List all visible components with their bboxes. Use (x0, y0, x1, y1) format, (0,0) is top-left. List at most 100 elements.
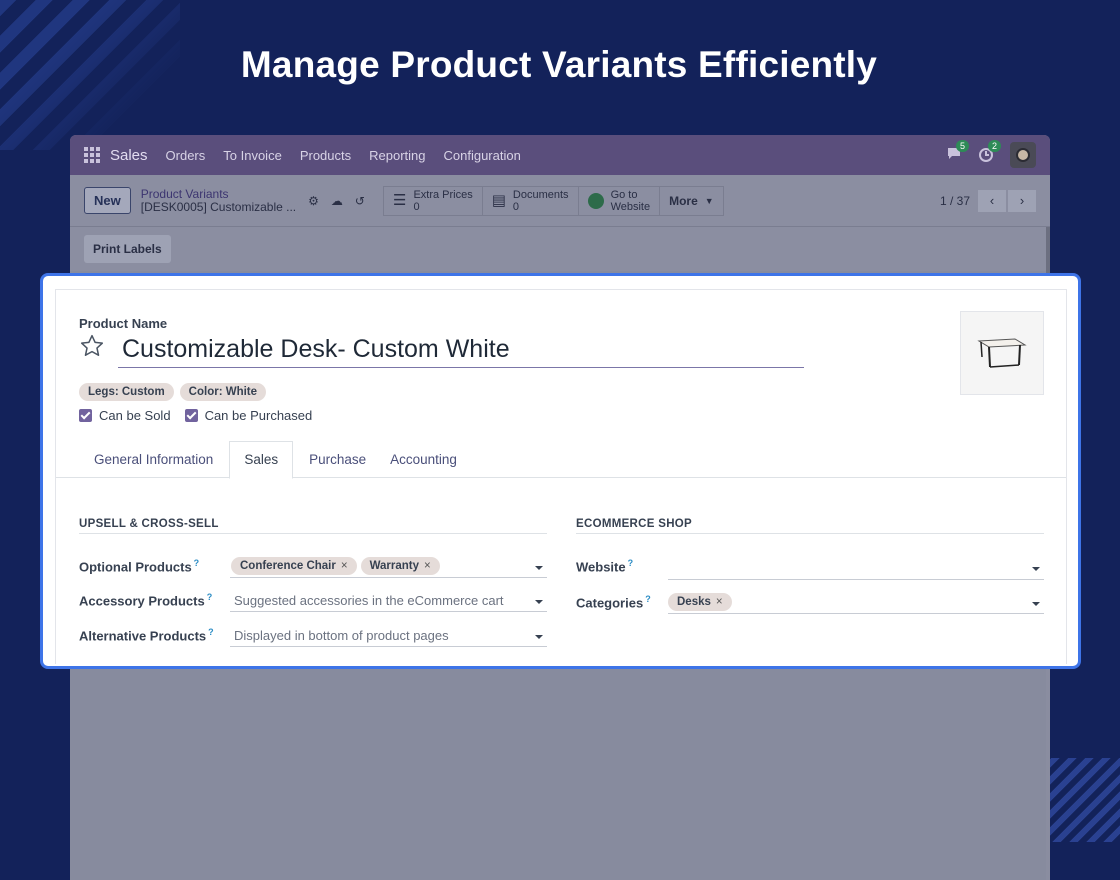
documents-value: 0 (512, 200, 520, 213)
go-to-label: Go to (610, 188, 638, 201)
document-icon: ▤ (491, 191, 506, 209)
tab-general-information[interactable]: General Information (82, 441, 225, 478)
help-tooltip-icon[interactable]: ? (208, 627, 214, 637)
decorative-stripes-bottom-right (1048, 758, 1120, 842)
dropdown-caret-icon (535, 635, 543, 639)
pager-previous-button[interactable]: ‹ (978, 189, 1006, 212)
alternative-products-placeholder: Displayed in bottom of product pages (234, 627, 449, 643)
product-image[interactable] (960, 311, 1044, 395)
help-tooltip-icon[interactable]: ? (207, 592, 213, 602)
highlighted-form-card: Product Name Customizable Desk- Custom W… (40, 273, 1081, 669)
print-labels-button[interactable]: Print Labels (84, 235, 171, 263)
star-icon[interactable] (79, 333, 105, 359)
documents-button[interactable]: ▤ Documents 0 (483, 186, 579, 215)
activities-icon[interactable]: 2 (978, 140, 1002, 163)
alternative-products-label: Alternative Products? (79, 627, 214, 644)
pager: 1 / 37 ‹ › (940, 189, 1036, 212)
breadcrumb-current: [DESK0005] Customizable ... (140, 199, 297, 214)
website-label: Website? (576, 558, 634, 575)
chevron-left-icon: ‹ (989, 193, 995, 208)
accessory-products-label: Accessory Products? (79, 592, 213, 609)
record-actions: ⚙ ☁ ↺ (308, 194, 365, 208)
tab-sales[interactable]: Sales (229, 441, 294, 479)
remove-tag-icon[interactable]: × (716, 596, 723, 608)
optional-products-label: Optional Products? (79, 558, 200, 575)
apps-grid-icon[interactable] (84, 147, 100, 163)
documents-label: Documents (512, 188, 569, 201)
new-button[interactable]: New (84, 187, 131, 214)
remove-tag-icon[interactable]: × (341, 560, 348, 572)
nav-products[interactable]: Products (300, 148, 351, 163)
help-tooltip-icon[interactable]: ? (628, 558, 634, 568)
accessory-products-placeholder: Suggested accessories in the eCommerce c… (234, 592, 504, 608)
checkbox-checked-icon (79, 409, 92, 422)
nav-to-invoice[interactable]: To Invoice (223, 148, 282, 163)
dropdown-caret-icon (1032, 567, 1040, 571)
nav-orders[interactable]: Orders (166, 148, 206, 163)
dropdown-caret-icon (535, 566, 543, 570)
ecommerce-section-divider (576, 533, 1044, 534)
app-brand[interactable]: Sales (110, 147, 148, 164)
nav-configuration[interactable]: Configuration (444, 148, 521, 163)
attribute-tag-legs: Legs: Custom (79, 383, 174, 401)
extra-prices-label: Extra Prices (413, 188, 473, 201)
nav-reporting[interactable]: Reporting (369, 148, 425, 163)
chevron-right-icon: › (1019, 193, 1025, 208)
remove-tag-icon[interactable]: × (424, 560, 431, 572)
help-tooltip-icon[interactable]: ? (645, 594, 651, 604)
caret-down-icon: ▼ (704, 195, 714, 206)
can-be-sold-label: Can be Sold (99, 408, 171, 423)
go-to-website-button[interactable]: Go to Website (579, 186, 661, 215)
categories-label: Categories? (576, 594, 651, 611)
upsell-section-title: UPSELL & CROSS-SELL (79, 518, 219, 530)
optional-products-input[interactable]: Conference Chair × Warranty × (230, 555, 547, 578)
desk-icon (977, 338, 1027, 368)
pager-next-button[interactable]: › (1008, 189, 1036, 212)
can-be-purchased-checkbox[interactable]: Can be Purchased (184, 408, 313, 423)
messages-badge: 5 (956, 140, 970, 152)
checkbox-row: Can be Sold Can be Purchased (79, 408, 312, 423)
gear-icon[interactable]: ⚙ (308, 194, 319, 208)
optional-product-tag-chair[interactable]: Conference Chair × (231, 557, 357, 575)
dropdown-caret-icon (1032, 602, 1040, 606)
systray: 5 2 (946, 140, 1036, 168)
list-icon: ☰ (392, 191, 407, 209)
can-be-sold-checkbox[interactable]: Can be Sold (79, 408, 171, 423)
alternative-products-input[interactable]: Displayed in bottom of product pages (230, 624, 547, 647)
promo-headline: Manage Product Variants Efficiently (240, 44, 878, 85)
product-name-label: Product Name (79, 316, 168, 331)
dropdown-caret-icon (535, 600, 543, 604)
pager-value[interactable]: 1 / 37 (940, 194, 970, 208)
product-name-input[interactable]: Customizable Desk- Custom White (118, 332, 804, 368)
categories-input[interactable]: Desks × (668, 591, 1044, 614)
tab-accounting[interactable]: Accounting (378, 441, 469, 478)
website-input[interactable] (668, 556, 1044, 580)
category-tag-desks[interactable]: Desks × (668, 593, 732, 611)
ecommerce-section-title: ECOMMERCE SHOP (576, 518, 693, 530)
form-tabs: General Information Sales Purchase Accou… (56, 441, 1066, 479)
breadcrumb: Product Variants [DESK0005] Customizable… (140, 187, 297, 214)
control-panel: New Product Variants [DESK0005] Customiz… (70, 175, 1050, 227)
can-be-purchased-label: Can be Purchased (204, 408, 313, 423)
extra-prices-button[interactable]: ☰ Extra Prices 0 (384, 186, 483, 215)
more-label: More (669, 193, 698, 208)
attribute-tags: Legs: Custom Color: White (79, 383, 267, 401)
discard-icon[interactable]: ↺ (355, 194, 365, 208)
cloud-save-icon[interactable]: ☁ (331, 194, 343, 208)
help-tooltip-icon[interactable]: ? (194, 558, 200, 568)
checkbox-checked-icon (184, 409, 198, 422)
more-dropdown[interactable]: More ▼ (660, 187, 723, 215)
messages-icon[interactable]: 5 (946, 140, 970, 163)
activities-badge: 2 (988, 140, 1002, 152)
extra-prices-value: 0 (413, 200, 420, 213)
optional-product-tag-warranty[interactable]: Warranty × (360, 557, 440, 575)
accessory-products-input[interactable]: Suggested accessories in the eCommerce c… (230, 589, 547, 612)
user-avatar[interactable] (1010, 142, 1036, 168)
top-navbar: Sales Orders To Invoice Products Reporti… (70, 135, 1050, 175)
attribute-tag-color: Color: White (179, 383, 267, 401)
tab-purchase[interactable]: Purchase (297, 441, 378, 478)
upsell-section-divider (79, 533, 547, 534)
breadcrumb-parent[interactable]: Product Variants (141, 187, 296, 201)
smart-buttons: ☰ Extra Prices 0 ▤ Documents 0 Go to Web… (382, 185, 724, 216)
website-label: Website (610, 200, 651, 213)
